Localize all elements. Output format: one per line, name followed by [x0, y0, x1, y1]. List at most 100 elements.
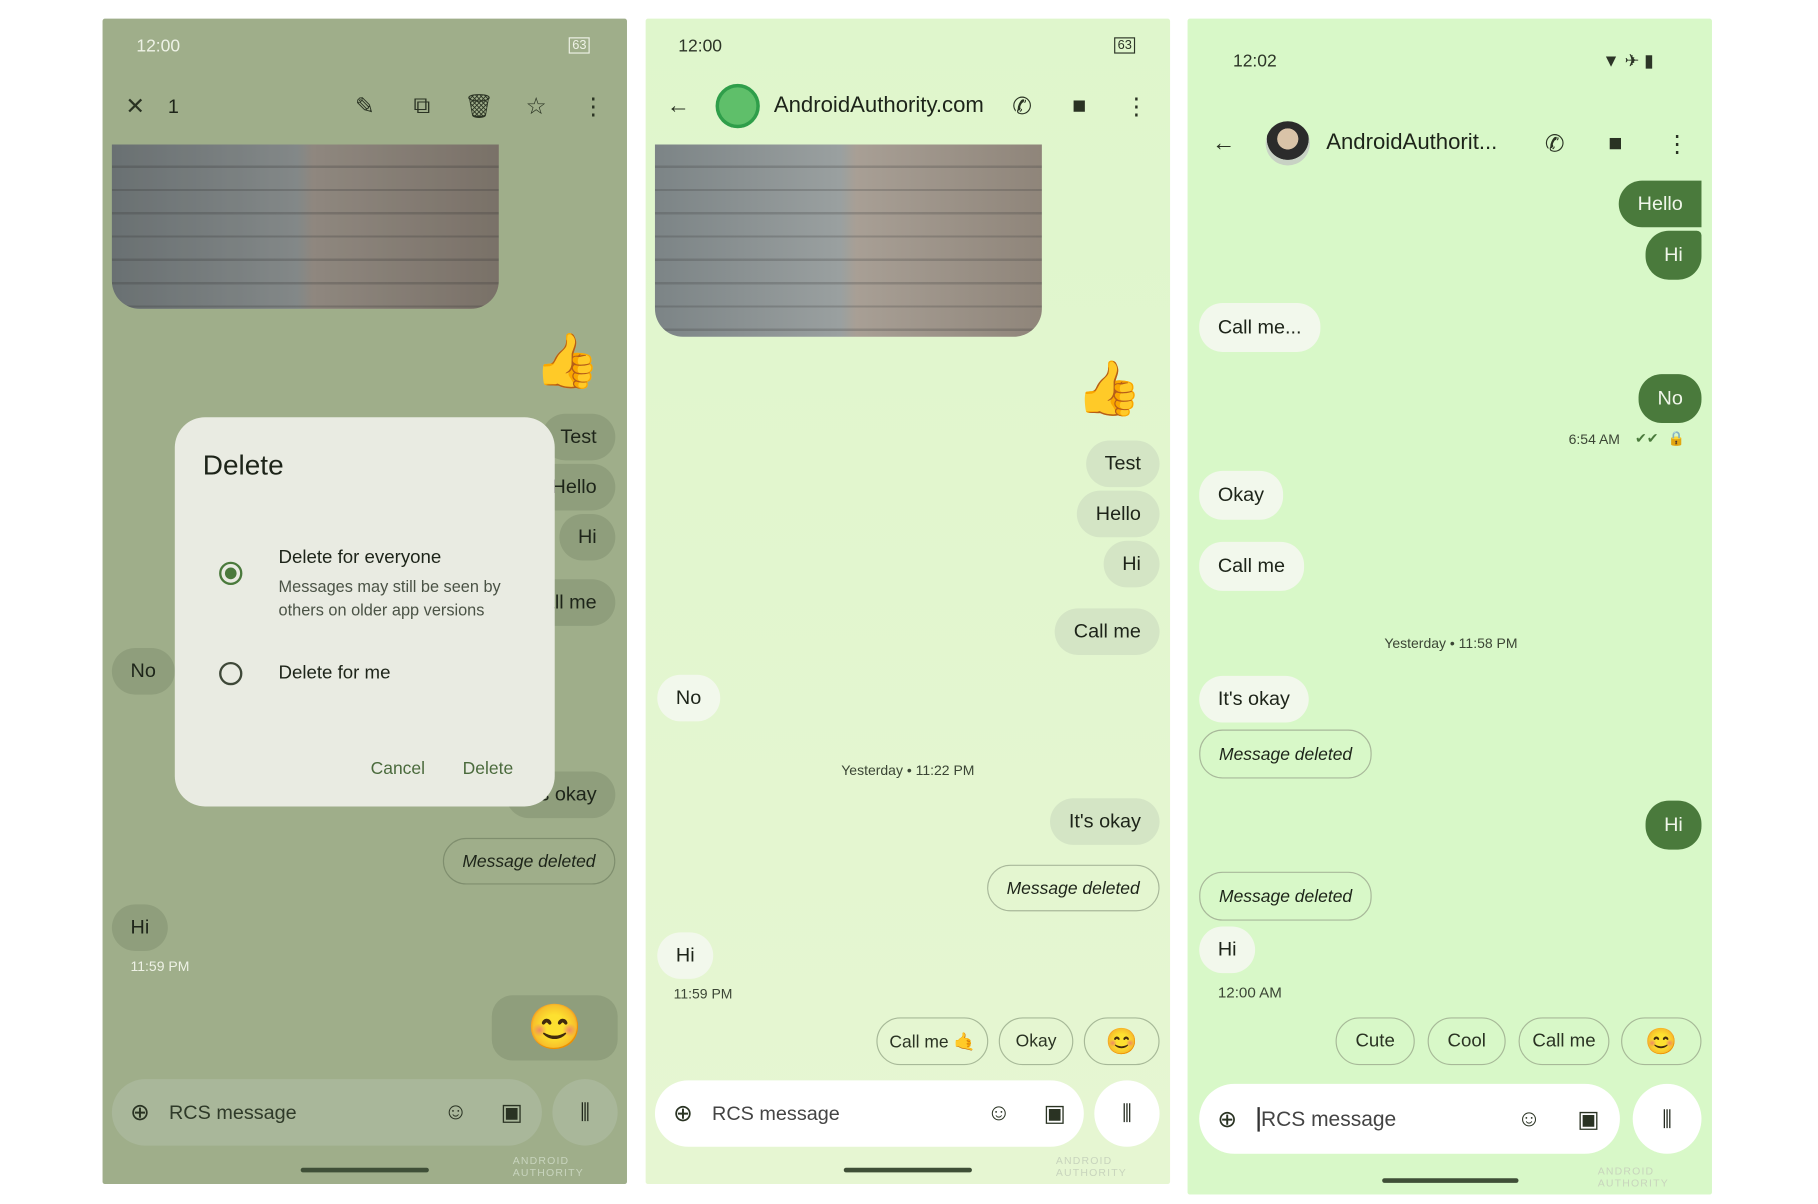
lock-icon: 🔒	[1667, 430, 1686, 447]
video-call-icon[interactable]: ■	[1065, 92, 1093, 120]
home-indicator	[300, 1167, 429, 1173]
avatar[interactable]	[1265, 121, 1310, 166]
option-description: Messages may still be seen by	[278, 576, 501, 596]
delete-dialog: Delete Delete for everyone Messages may …	[174, 417, 555, 807]
add-icon[interactable]: ⊕	[1213, 1105, 1241, 1133]
copy-icon[interactable]: ⧉	[408, 92, 436, 120]
message-input[interactable]: ⊕ RCS message ☺ ▣	[1199, 1083, 1620, 1154]
more-vert-icon[interactable]: ⋮	[1663, 129, 1691, 157]
phone-icon[interactable]: ✆	[1008, 92, 1036, 120]
cancel-button[interactable]: Cancel	[371, 759, 425, 779]
deleted-message[interactable]: Message deleted	[1199, 871, 1372, 921]
back-arrow-icon[interactable]: ←	[664, 92, 692, 120]
deleted-message[interactable]: Message deleted	[1199, 729, 1372, 779]
conversation-title[interactable]: AndroidAuthority.com	[774, 93, 984, 119]
back-arrow-icon[interactable]: ←	[1210, 129, 1238, 157]
message-bubble[interactable]: Call me	[1199, 541, 1304, 591]
suggestion-chip[interactable]: Call me	[1518, 1017, 1610, 1066]
thumbs-up-emoji[interactable]: 👍	[1076, 357, 1143, 421]
message-bubble[interactable]: Hi	[111, 904, 168, 951]
suggestion-chip[interactable]: Cool	[1427, 1017, 1506, 1066]
waveform-icon: ⫼	[1122, 1101, 1132, 1125]
watermark: ANDROID AUTHORITY	[1597, 1165, 1669, 1189]
message-bubble[interactable]: It's okay	[1199, 675, 1309, 723]
message-bubble[interactable]: Hi	[1103, 540, 1160, 588]
image-attachment[interactable]	[111, 144, 499, 309]
message-bubble[interactable]: Hello	[1077, 490, 1160, 538]
image-attachment[interactable]	[654, 144, 1042, 337]
status-time: 12:00	[678, 36, 723, 56]
suggestion-chip[interactable]: Cute	[1335, 1017, 1415, 1066]
avatar[interactable]	[715, 83, 760, 129]
phone-screen-conversation: 12:00 63 ← AndroidAuthority.com ✆ ■ ⋮ 👍 …	[645, 18, 1171, 1185]
battery-icon: 63	[1114, 37, 1136, 54]
deleted-message[interactable]: Message deleted	[442, 837, 616, 885]
message-input[interactable]: ⊕ RCS message ☺ ▣	[111, 1079, 542, 1146]
timestamp: 11:59 PM	[673, 985, 733, 1003]
message-input-placeholder: RCS message	[168, 1101, 297, 1124]
message-bubble[interactable]: No	[657, 674, 720, 722]
message-input-placeholder: RCS message	[1257, 1107, 1396, 1132]
thumbs-up-emoji[interactable]: 👍	[534, 329, 601, 393]
suggestion-chip-emoji[interactable]: 😊	[1083, 1017, 1160, 1066]
option-label[interactable]: Delete for me	[279, 663, 391, 684]
conversation-title[interactable]: AndroidAuthorit...	[1326, 131, 1497, 157]
delete-button[interactable]: Delete	[463, 759, 514, 779]
message-bubble[interactable]: Hi	[1199, 926, 1256, 974]
sticker-message[interactable]: 😊	[491, 995, 618, 1061]
radio-delete-for-everyone[interactable]	[219, 561, 243, 586]
message-bubble[interactable]: Hi	[559, 513, 616, 561]
emoji-icon[interactable]: ☺	[1515, 1105, 1543, 1133]
trash-icon[interactable]: 🗑	[464, 92, 494, 120]
star-icon[interactable]: ☆	[522, 92, 550, 120]
more-vert-icon[interactable]: ⋮	[579, 92, 607, 120]
suggestion-chip-emoji[interactable]: 😊	[1621, 1017, 1702, 1066]
add-icon[interactable]: ⊕	[669, 1099, 697, 1127]
timestamp: 11:59 PM	[130, 957, 190, 975]
message-bubble[interactable]: Okay	[1199, 470, 1283, 520]
voice-message-button[interactable]: ⫼	[552, 1079, 618, 1146]
timestamp: 6:54 AM	[1568, 431, 1620, 448]
message-bubble[interactable]: Hi	[1645, 230, 1702, 280]
phone-screen-conversation-updated: 12:02 ▼ ✈ ▮ ← AndroidAuthorit... ✆ ■ ⋮ H…	[1187, 18, 1712, 1195]
pencil-icon[interactable]: ✎	[351, 92, 379, 120]
phone-icon[interactable]: ✆	[1541, 129, 1569, 157]
message-bubble[interactable]: Hello	[1619, 180, 1702, 228]
phone-screen-delete-dialog: 12:00 63 ✕ 1 ✎ ⧉ 🗑 ☆ ⋮ 👍 Test Hello Hi C…	[102, 18, 627, 1185]
add-icon[interactable]: ⊕	[126, 1098, 154, 1126]
message-bubble[interactable]: It's okay	[1050, 798, 1160, 845]
message-bubble[interactable]: Call me...	[1199, 303, 1321, 352]
message-bubble[interactable]: Call me	[1055, 608, 1160, 655]
option-label[interactable]: Delete for everyone	[279, 548, 442, 569]
deleted-message[interactable]: Message deleted	[986, 864, 1160, 912]
gallery-icon[interactable]: ▣	[498, 1098, 526, 1126]
suggestion-chip[interactable]: Call me 🤙	[876, 1017, 989, 1066]
gallery-icon[interactable]: ▣	[1574, 1105, 1602, 1133]
voice-message-button[interactable]: ⫼	[1094, 1080, 1160, 1147]
voice-message-button[interactable]: ⫼	[1632, 1083, 1702, 1154]
option-description: others on older app versions	[278, 600, 485, 619]
more-vert-icon[interactable]: ⋮	[1122, 92, 1150, 120]
gallery-icon[interactable]: ▣	[1041, 1099, 1069, 1127]
message-bubble[interactable]: Test	[1085, 440, 1160, 488]
status-time: 12:00	[136, 36, 181, 56]
waveform-icon: ⫼	[580, 1100, 590, 1124]
video-call-icon[interactable]: ■	[1601, 129, 1629, 157]
message-input[interactable]: ⊕ RCS message ☺ ▣	[654, 1080, 1084, 1147]
radio-delete-for-me[interactable]	[219, 661, 243, 686]
suggestion-chip[interactable]: Okay	[998, 1017, 1074, 1066]
emoji-icon[interactable]: ☺	[442, 1098, 470, 1126]
message-bubble[interactable]: No	[111, 647, 175, 695]
message-bubble[interactable]: No	[1638, 374, 1702, 424]
date-divider: Yesterday • 11:58 PM	[1384, 635, 1518, 652]
message-bubble[interactable]: Hi	[1645, 800, 1702, 850]
close-icon[interactable]: ✕	[121, 92, 149, 120]
message-bubble[interactable]: Hi	[657, 932, 714, 979]
wifi-airplane-battery-icons: ▼ ✈ ▮	[1602, 51, 1654, 72]
waveform-icon: ⫼	[1662, 1106, 1672, 1130]
home-indicator	[1382, 1178, 1519, 1183]
selection-count: 1	[167, 95, 179, 118]
timestamp: 12:00 AM	[1217, 983, 1282, 1002]
emoji-icon[interactable]: ☺	[985, 1099, 1013, 1127]
status-time: 12:02	[1232, 51, 1277, 72]
